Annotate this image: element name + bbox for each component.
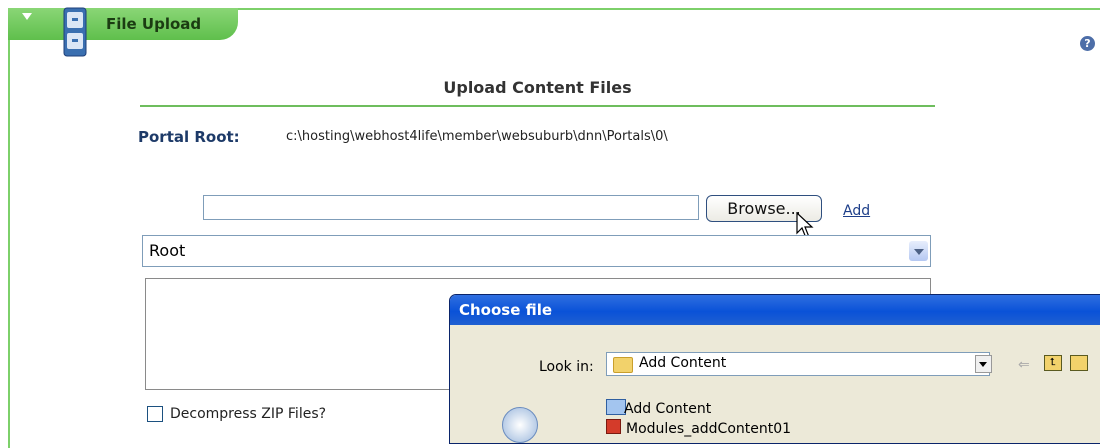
folder-icon xyxy=(613,357,633,373)
folder-select-value: Root xyxy=(149,241,186,260)
heading-divider xyxy=(140,105,935,107)
look-in-value: Add Content xyxy=(639,355,727,371)
new-folder-icon[interactable] xyxy=(1070,355,1088,371)
file-list-item[interactable]: Add Content xyxy=(624,401,711,417)
recent-places-icon[interactable] xyxy=(502,407,538,443)
folder-select[interactable]: Root xyxy=(142,235,931,267)
look-in-label: Look in: xyxy=(539,359,594,375)
dialog-title: Choose file xyxy=(459,301,553,319)
portal-root-value: c:\hosting\webhost4life\member\websuburb… xyxy=(286,129,668,144)
portal-root-label: Portal Root: xyxy=(138,128,240,146)
dropdown-arrow-icon[interactable] xyxy=(909,241,928,261)
folder-item-icon xyxy=(606,399,626,415)
up-folder-icon[interactable]: ⮤ xyxy=(1044,355,1062,371)
file-item-icon xyxy=(606,419,621,434)
page-title: Upload Content Files xyxy=(443,78,632,97)
decompress-checkbox[interactable] xyxy=(147,406,163,422)
decompress-label: Decompress ZIP Files? xyxy=(170,406,327,422)
choose-file-dialog: Choose file Look in: Add Content ⇐ ⮤ Add… xyxy=(449,294,1100,444)
file-path-input[interactable] xyxy=(203,195,699,220)
look-in-dropdown-button[interactable] xyxy=(975,355,992,373)
collapse-icon[interactable] xyxy=(22,13,32,20)
look-in-select[interactable]: Add Content xyxy=(606,352,990,376)
help-icon[interactable]: ? xyxy=(1080,36,1095,51)
add-link[interactable]: Add xyxy=(843,203,870,219)
back-arrow-icon[interactable]: ⇐ xyxy=(1018,357,1030,373)
module-titlebar: File Upload xyxy=(8,7,1100,57)
file-cabinet-icon xyxy=(63,7,87,57)
file-list-item[interactable]: Modules_addContent01 xyxy=(626,421,791,437)
dialog-titlebar[interactable]: Choose file xyxy=(450,295,1100,325)
module-title: File Upload xyxy=(106,15,202,33)
